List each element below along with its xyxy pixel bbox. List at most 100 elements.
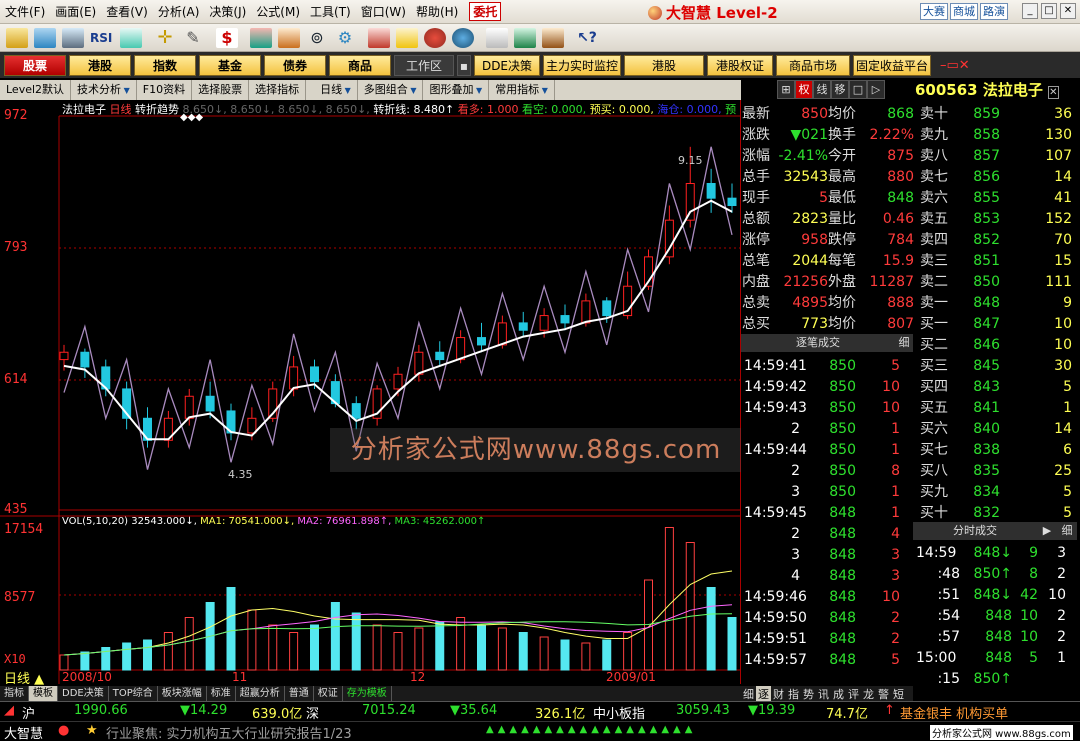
template-select[interactable]: Level2默认 xyxy=(0,80,72,100)
record-icon[interactable] xyxy=(424,28,446,48)
maximize-icon[interactable]: □ xyxy=(1041,3,1057,19)
rp-tab-rights[interactable]: 权 xyxy=(795,80,813,99)
rp-lower-tab[interactable]: 财 xyxy=(771,686,786,701)
btab-dde[interactable]: DDE决策 xyxy=(58,686,109,701)
home-icon[interactable] xyxy=(368,28,390,48)
btab-top[interactable]: TOP综合 xyxy=(109,686,158,701)
f10-tab[interactable]: F10资料 xyxy=(137,80,193,100)
calc-icon[interactable] xyxy=(278,28,300,48)
tools-icon[interactable]: ⚙ xyxy=(334,28,356,48)
rp-lower-tab[interactable]: 指 xyxy=(786,686,801,701)
nav-bond[interactable]: 债券 xyxy=(264,54,326,76)
header-close-icon[interactable]: ✕ xyxy=(1048,86,1059,99)
menu-decision[interactable]: 决策(J) xyxy=(204,3,251,20)
rp-tab-play-icon[interactable]: ▷ xyxy=(867,80,885,99)
menu-tools[interactable]: 工具(T) xyxy=(305,3,356,20)
line-chart-icon[interactable] xyxy=(34,28,56,48)
ask-volume: 111 xyxy=(1045,274,1072,290)
copy-icon[interactable] xyxy=(486,28,508,48)
nav-hk[interactable]: 港股 xyxy=(69,54,131,76)
menu-view[interactable]: 查看(V) xyxy=(101,3,153,20)
tech-analysis-tab[interactable]: 技术分析 xyxy=(71,80,137,100)
nav-stocks[interactable]: 股票 xyxy=(4,54,66,76)
rp-lower-tab[interactable]: 讯 xyxy=(816,686,831,701)
ruler-icon[interactable]: ✎ xyxy=(182,28,204,48)
mall-link[interactable]: 商城 xyxy=(950,3,978,20)
select-stock-tab[interactable]: 选择股票 xyxy=(192,80,250,100)
ask-price: 857 xyxy=(973,148,1000,164)
nav-fixed-income[interactable]: 固定收益平台 xyxy=(853,54,931,76)
menu-window[interactable]: 窗口(W) xyxy=(356,3,411,20)
fs-detail-button[interactable]: 细 xyxy=(1057,522,1077,540)
table-icon[interactable] xyxy=(62,28,84,48)
btab-superwin[interactable]: 超赢分析 xyxy=(236,686,285,701)
menu-analysis[interactable]: 分析(A) xyxy=(153,3,205,20)
select-indicator-tab[interactable]: 选择指标 xyxy=(249,80,307,100)
tick-time: 14:59:57 xyxy=(744,652,807,668)
industry-ticker[interactable]: 行业聚焦: 实力机构五大行业研究报告1/23 xyxy=(106,723,352,741)
bars-icon[interactable] xyxy=(514,28,536,48)
fs-play-icon[interactable]: ▶ xyxy=(1037,522,1057,540)
dollar-icon[interactable]: $ xyxy=(216,28,238,48)
globe-icon[interactable] xyxy=(452,28,474,48)
btab-standard[interactable]: 标准 xyxy=(207,686,236,701)
contest-link[interactable]: 大赛 xyxy=(920,3,948,20)
rp-lower-tab[interactable]: 评 xyxy=(846,686,861,701)
binoculars-icon[interactable]: ⊚ xyxy=(306,28,328,48)
nav-dde[interactable]: DDE决策 xyxy=(474,54,540,76)
rp-lower-tab[interactable]: 警 xyxy=(876,686,891,701)
grid-icon[interactable] xyxy=(120,28,142,48)
rp-lower-tab[interactable]: 龙 xyxy=(861,686,876,701)
overlay-select[interactable]: 图形叠加 xyxy=(423,80,490,100)
menu-formula[interactable]: 公式(M) xyxy=(251,3,305,20)
menu-view-screen[interactable]: 画面(E) xyxy=(50,3,101,20)
nav-fund[interactable]: 基金 xyxy=(199,54,261,76)
period-select[interactable]: 日线 xyxy=(306,80,358,100)
rp-lower-tab[interactable]: 势 xyxy=(801,686,816,701)
rp-tab-line[interactable]: 线 xyxy=(813,80,831,99)
open-folder-icon[interactable] xyxy=(6,28,28,48)
rsi-icon[interactable]: RSI xyxy=(90,28,114,48)
nav-hk-warrants[interactable]: 港股权证 xyxy=(707,54,773,76)
rp-tab-move[interactable]: 移 xyxy=(831,80,849,99)
btab-template[interactable]: 模板 xyxy=(29,686,58,701)
multi-chart-select[interactable]: 多图组合 xyxy=(358,80,424,100)
nav-commodity[interactable]: 商品 xyxy=(329,54,391,76)
menu-help[interactable]: 帮助(H) xyxy=(411,3,463,20)
caption-kk-value: 0.000, xyxy=(551,103,587,116)
nav-index[interactable]: 指数 xyxy=(134,54,196,76)
common-indicator-select[interactable]: 常用指标 xyxy=(489,80,555,100)
print-icon[interactable] xyxy=(542,28,564,48)
nav-capital-monitor[interactable]: 主力实时监控 xyxy=(543,54,621,76)
news-ticker[interactable]: 基金银丰 机构买单 xyxy=(900,703,1008,722)
rp-tab-box-icon[interactable]: □ xyxy=(849,80,867,99)
crosshair-icon[interactable]: ✛ xyxy=(154,28,176,48)
workarea-arrow-icon[interactable]: ▪ xyxy=(457,54,471,76)
chart-area[interactable] xyxy=(0,100,741,684)
rp-lower-tab[interactable]: 逐 xyxy=(756,686,771,701)
minimize-icon[interactable]: _ xyxy=(1022,3,1038,19)
close-icon[interactable]: ✕ xyxy=(1060,3,1076,19)
btab-normal[interactable]: 普通 xyxy=(285,686,314,701)
ticks-detail-button[interactable]: 细 xyxy=(895,334,913,352)
help-arrow-icon[interactable]: ↖? xyxy=(576,28,598,48)
diamond-icon[interactable] xyxy=(396,28,418,48)
money-icon[interactable] xyxy=(250,28,272,48)
roadshow-link[interactable]: 路演 xyxy=(980,3,1008,20)
rp-lower-tab[interactable]: 成 xyxy=(831,686,846,701)
period-indicator[interactable]: 日线 ▲ xyxy=(4,668,44,687)
panel-controls-icon[interactable]: –▭✕ xyxy=(940,58,970,73)
nav-commodity-market[interactable]: 商品市场 xyxy=(776,54,850,76)
rp-lower-tab[interactable]: 细 xyxy=(741,686,756,701)
fs-price: 850↑ xyxy=(973,566,1012,582)
menu-file[interactable]: 文件(F) xyxy=(0,3,50,20)
quote-label: 总额 xyxy=(742,211,770,227)
btab-sector[interactable]: 板块涨幅 xyxy=(158,686,207,701)
trade-button[interactable]: 委托 xyxy=(469,2,502,21)
rp-tab-grid-icon[interactable]: ⊞ xyxy=(777,80,795,99)
rp-lower-tab[interactable]: 短 xyxy=(891,686,906,701)
btab-indicator[interactable]: 指标 xyxy=(0,686,29,701)
nav-hk-stocks[interactable]: 港股 xyxy=(624,54,704,76)
btab-save-template[interactable]: 存为模板 xyxy=(343,686,392,701)
btab-warrant[interactable]: 权证 xyxy=(314,686,343,701)
